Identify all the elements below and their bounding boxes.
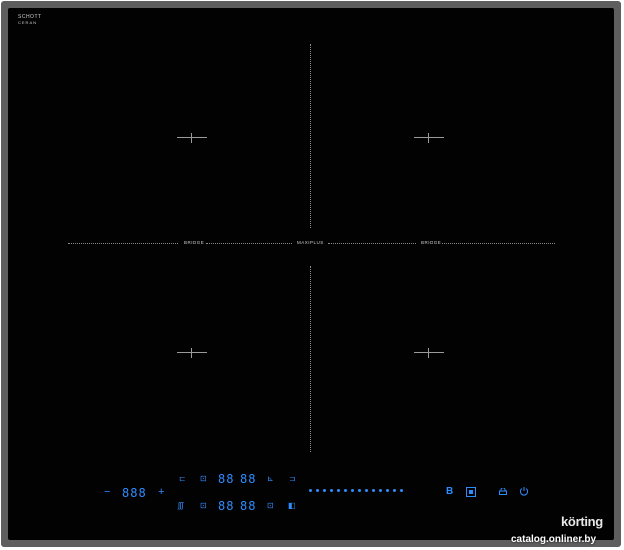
zone-divider-horizontal xyxy=(442,243,555,244)
zone-indicator-rear-left-icon: ⊡ xyxy=(200,474,207,483)
zone-select-rear-right-button[interactable]: ⊐ xyxy=(289,474,296,483)
slider-dot[interactable] xyxy=(309,489,312,492)
slider-dot[interactable] xyxy=(372,489,375,492)
slider-dot[interactable] xyxy=(351,489,354,492)
schott-ceran-mark: SCHOTT CERAN xyxy=(18,14,42,26)
zone-select-front-right-button[interactable]: ◧ xyxy=(288,501,296,510)
maxiplus-label: MAXIPLUS xyxy=(297,240,324,245)
bridge-label-left: BRIDGE xyxy=(184,240,205,245)
timer-minus-button[interactable]: − xyxy=(104,486,110,498)
zone-marker-front-right xyxy=(414,348,444,358)
korting-logo: körting xyxy=(561,514,603,529)
zone-divider-horizontal xyxy=(68,243,178,244)
zone-select-rear-left-button[interactable]: ⊏ xyxy=(179,474,186,483)
power-icon[interactable] xyxy=(519,486,529,496)
zone-marker-rear-left xyxy=(177,133,207,143)
watermark: catalog.onliner.by xyxy=(511,534,597,545)
slider-dot[interactable] xyxy=(344,489,347,492)
slider-dot[interactable] xyxy=(316,489,319,492)
slider-dot[interactable] xyxy=(337,489,340,492)
zone-marker-rear-right xyxy=(414,133,444,143)
power-level-slider[interactable] xyxy=(309,489,403,492)
zone-marker-front-left xyxy=(177,348,207,358)
bridge-mode-button[interactable] xyxy=(466,487,476,497)
timer-plus-button[interactable]: + xyxy=(158,486,164,498)
slider-dot[interactable] xyxy=(358,489,361,492)
zone-indicator-front-left-icon: ⊡ xyxy=(200,501,207,510)
keep-warm-icon[interactable]: ʃʃʃ xyxy=(178,501,183,510)
slider-dot[interactable] xyxy=(393,489,396,492)
zone-display-front-right: 88 xyxy=(240,499,257,513)
zone-divider-vertical-bottom xyxy=(310,266,311,452)
zone-display-rear-right: 88 xyxy=(240,472,257,486)
slider-dot[interactable] xyxy=(330,489,333,492)
bridge-label-right: BRIDGE xyxy=(421,240,442,245)
slider-dot[interactable] xyxy=(386,489,389,492)
zone-display-front-left: 88 xyxy=(218,499,235,513)
zone-display-rear-left: 88 xyxy=(218,472,235,486)
boost-button[interactable]: B xyxy=(446,486,453,497)
cooktop-glass: SCHOTT CERAN BRIDGE MAXIPLUS BRIDGE − 88… xyxy=(8,8,614,540)
zone-indicator-rear-right-icon: ⊾ xyxy=(267,474,274,483)
zone-indicator-front-right-icon: ⊡ xyxy=(267,501,274,510)
slider-dot[interactable] xyxy=(323,489,326,492)
ceran-label: CERAN xyxy=(18,20,38,25)
timer-display: 888 xyxy=(122,486,147,500)
zone-divider-vertical-top xyxy=(310,44,311,228)
lock-icon[interactable] xyxy=(499,488,507,495)
slider-dot[interactable] xyxy=(365,489,368,492)
zone-divider-horizontal xyxy=(328,243,416,244)
slider-dot[interactable] xyxy=(379,489,382,492)
slider-dot[interactable] xyxy=(400,489,403,492)
zone-divider-horizontal xyxy=(206,243,292,244)
